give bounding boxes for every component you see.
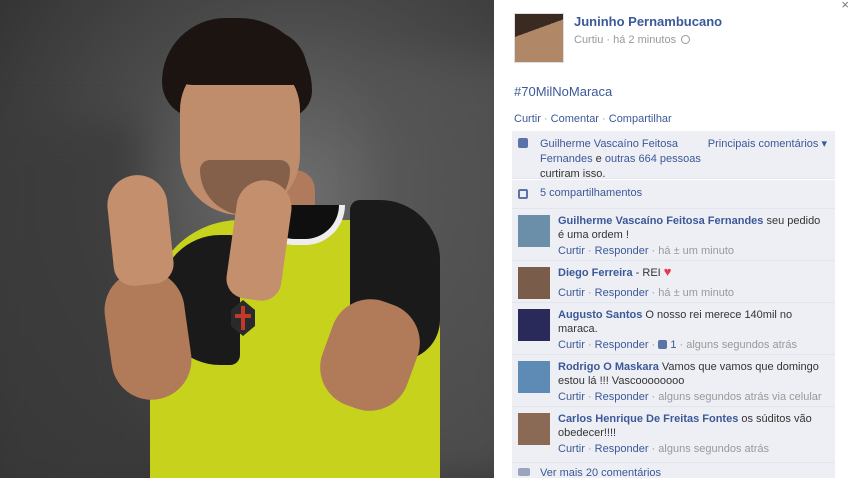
post-timestamp: Curtiu · há 2 minutos [574, 34, 677, 46]
commenter-name[interactable]: Augusto Santos [558, 309, 642, 321]
player-hair-front [172, 30, 307, 85]
comment-like-button[interactable]: Curtir [558, 443, 585, 455]
comment-reply-button[interactable]: Responder [595, 391, 649, 403]
comment-time: alguns segundos atrás via celular [658, 391, 822, 403]
globe-icon [681, 35, 691, 44]
comment-like-button[interactable]: Curtir [558, 245, 585, 257]
author-name[interactable]: Juninho Pernambucano [574, 14, 722, 29]
comment-item: Carlos Henrique De Freitas Fontes os súd… [512, 406, 835, 462]
comment-like-count[interactable]: 1 [670, 339, 676, 351]
hashtag-link[interactable]: #70MilNoMaraca [514, 84, 612, 99]
comment-item: Diego Ferreira - REI ♥ Curtir · Responde… [512, 260, 835, 302]
player-hand-left [104, 172, 176, 288]
other-likers-link[interactable]: outras 664 pessoas [605, 153, 701, 165]
shares-summary: 5 compartilhamentos [512, 180, 835, 208]
likes-summary: Guilherme Vascaíno Feitosa Fernandes e o… [512, 131, 835, 180]
commenter-avatar[interactable] [518, 413, 550, 445]
comment-reply-button[interactable]: Responder [595, 443, 649, 455]
like-count-icon [658, 340, 668, 349]
shares-link[interactable]: 5 compartilhamentos [540, 187, 642, 199]
comment-item: Guilherme Vascaíno Feitosa Fernandes seu… [512, 208, 835, 260]
comment-time: alguns segundos atrás [686, 339, 797, 351]
view-more-comments[interactable]: Ver mais 20 comentários [512, 462, 835, 478]
commenter-avatar[interactable] [518, 309, 550, 341]
commenter-name[interactable]: Guilherme Vascaíno Feitosa Fernandes [558, 215, 763, 227]
view-more-comments-link[interactable]: Ver mais 20 comentários [540, 467, 661, 478]
comment-reply-button[interactable]: Responder [595, 339, 649, 351]
like-button[interactable]: Curtir [514, 113, 541, 125]
comment-like-button[interactable]: Curtir [558, 391, 585, 403]
thumbs-up-icon [518, 138, 528, 148]
comment-like-button[interactable]: Curtir [558, 339, 585, 351]
photo-viewer[interactable] [0, 0, 494, 478]
commenter-avatar[interactable] [518, 361, 550, 393]
likes-conjunction: e [592, 153, 605, 165]
comment-item: Rodrigo O Maskara Vamos que vamos que do… [512, 354, 835, 406]
comment-reply-button[interactable]: Responder [595, 287, 649, 299]
post-header: Juninho Pernambucano Curtiu · há 2 minut… [514, 13, 722, 63]
post-sidebar: × Juninho Pernambucano Curtiu · há 2 min… [494, 0, 859, 478]
comment-time: há ± um minuto [658, 245, 735, 257]
post-meta: Curtiu · há 2 minutos [574, 34, 722, 46]
comments-icon [518, 468, 530, 476]
likes-suffix: curtiram isso. [540, 168, 606, 180]
heart-icon: ♥ [663, 264, 672, 279]
comment-time: alguns segundos atrás [658, 443, 769, 455]
comment-item: Augusto Santos O nosso rei merece 140mil… [512, 302, 835, 354]
commenter-name[interactable]: Rodrigo O Maskara [558, 361, 659, 373]
share-button[interactable]: Compartilhar [609, 113, 672, 125]
author-avatar[interactable] [514, 13, 564, 63]
comment-like-button[interactable]: Curtir [558, 287, 585, 299]
close-icon[interactable]: × [841, 0, 849, 11]
commenter-name[interactable]: Diego Ferreira [558, 267, 633, 279]
share-icon [518, 189, 528, 199]
comment-text: - REI [632, 267, 664, 279]
post-actions: Curtir · Comentar · Compartilhar [514, 113, 672, 125]
comment-button[interactable]: Comentar [551, 113, 599, 125]
commenter-avatar[interactable] [518, 215, 550, 247]
commenter-name[interactable]: Carlos Henrique De Freitas Fontes [558, 413, 738, 425]
comment-time: há ± um minuto [658, 287, 735, 299]
commenter-avatar[interactable] [518, 267, 550, 299]
vasco-crest-icon [231, 300, 255, 336]
comment-reply-button[interactable]: Responder [595, 245, 649, 257]
comment-sort-dropdown[interactable]: Principais comentários ▾ [708, 137, 827, 150]
